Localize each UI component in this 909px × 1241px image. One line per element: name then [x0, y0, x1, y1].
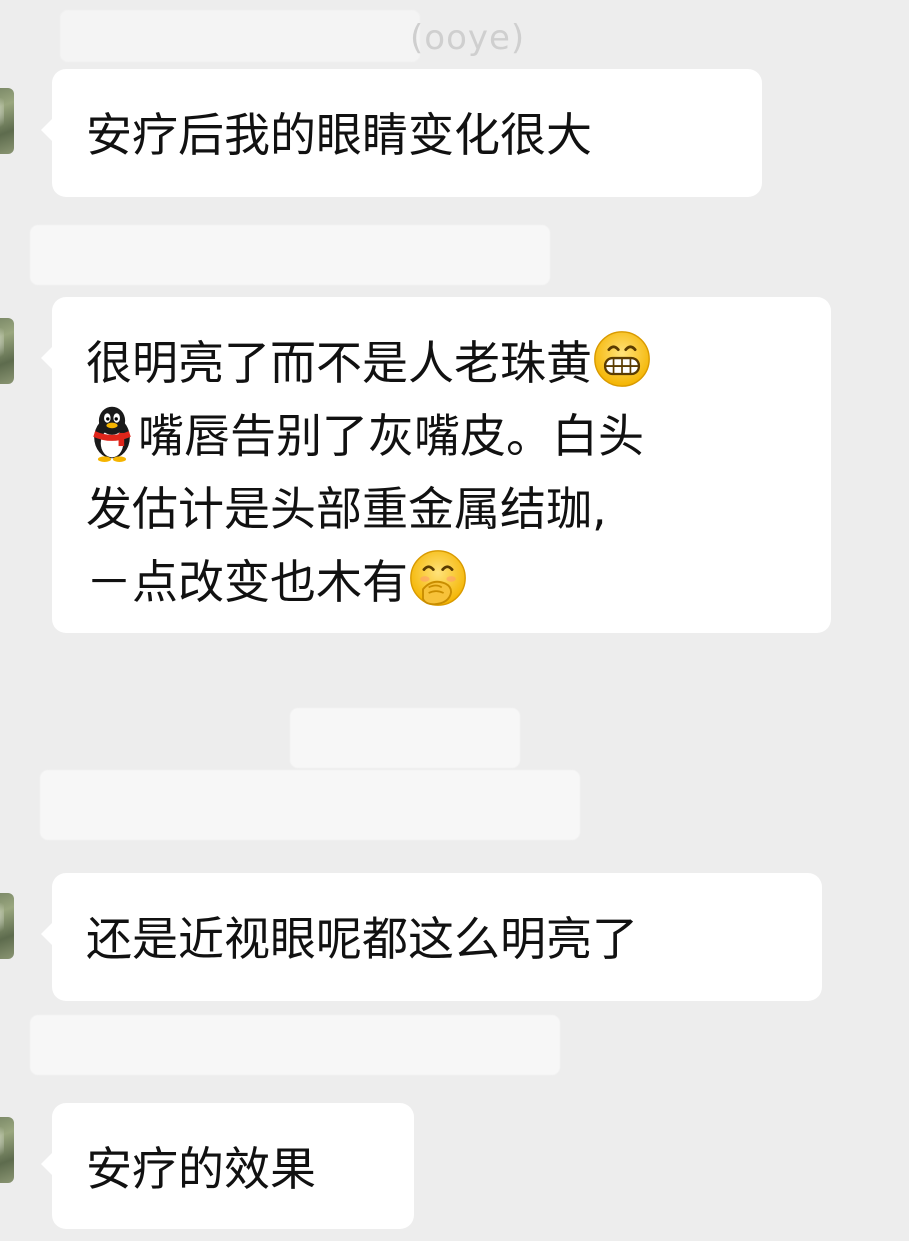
message-line: 很明亮了而不是人老珠黄 [86, 327, 797, 400]
redacted-sender-name [60, 10, 420, 62]
chat-thread: (ooye) 安疗后我的眼睛变化很大 很明亮了而不是人老珠黄 嘴唇告别了灰嘴皮。… [0, 0, 909, 1241]
avatar[interactable] [0, 1117, 14, 1183]
qq-penguin-icon [93, 406, 131, 462]
message-line: －点改变也木有 [86, 546, 797, 619]
avatar[interactable] [0, 318, 14, 384]
message-bubble[interactable]: 安疗的效果 [41, 1103, 414, 1229]
message-text: －点改变也木有 [86, 555, 408, 609]
redacted-message [40, 770, 580, 840]
message-bubble[interactable]: 安疗后我的眼睛变化很大 [41, 69, 762, 197]
avatar[interactable] [0, 893, 14, 959]
message-bubble[interactable]: 很明亮了而不是人老珠黄 嘴唇告别了灰嘴皮。白头 发估计是头部重金属结珈, －点改… [41, 297, 831, 633]
message-text: 发估计是头部重金属结珈, [86, 482, 607, 536]
message-text: 还是近视眼呢都这么明亮了 [86, 912, 638, 966]
redacted-message [290, 708, 520, 768]
redacted-sender-name [30, 1015, 560, 1075]
message-text: 安疗的效果 [86, 1142, 316, 1196]
message-text: 嘴唇告别了灰嘴皮。白头 [138, 409, 644, 463]
avatar[interactable] [0, 88, 14, 154]
sender-name: (ooye) [410, 18, 526, 58]
message-line: 嘴唇告别了灰嘴皮。白头 [86, 400, 797, 473]
grinning-face-icon [594, 331, 650, 387]
face-with-hand-over-mouth-icon [410, 550, 466, 606]
message-text: 很明亮了而不是人老珠黄 [86, 336, 592, 390]
message-bubble[interactable]: 还是近视眼呢都这么明亮了 [41, 873, 822, 1001]
redacted-sender-name [30, 225, 550, 285]
message-text: 安疗后我的眼睛变化很大 [86, 108, 592, 162]
